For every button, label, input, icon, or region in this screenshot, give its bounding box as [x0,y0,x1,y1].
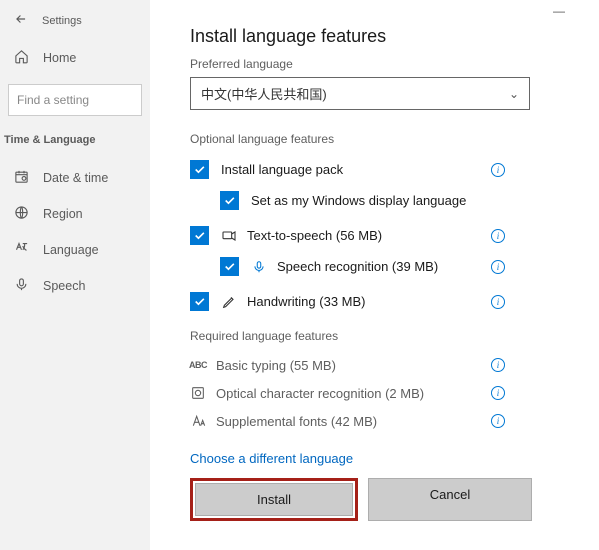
preferred-language-select[interactable]: 中文(中华人民共和国) ⌄ [190,77,530,110]
feature-label: Handwriting (33 MB) [247,294,366,309]
info-icon[interactable]: i [490,228,506,244]
feature-label: Set as my Windows display language [251,193,466,208]
sidebar-item-speech[interactable]: Speech [0,268,150,304]
cancel-button[interactable]: Cancel [368,478,532,521]
sidebar-label: Speech [43,279,85,293]
handwriting-icon [221,294,237,310]
sidebar-item-home[interactable]: Home [0,40,150,76]
feature-language-pack[interactable]: Install language pack i [190,160,506,179]
info-icon[interactable]: i [490,259,506,275]
sidebar-label: Date & time [43,171,108,185]
preferred-language-label: Preferred language [190,57,565,71]
install-language-dialog: — Install language features Preferred la… [150,0,599,550]
feature-label: Text-to-speech (56 MB) [247,228,382,243]
font-icon [190,413,206,429]
home-icon [14,49,29,67]
required-basic-typing: ABC Basic typing (55 MB) i [190,357,506,373]
checkbox-checked-icon[interactable] [190,292,209,311]
required-features-title: Required language features [190,329,565,343]
sidebar-item-language[interactable]: Language [0,232,150,268]
feature-display-language[interactable]: Set as my Windows display language [190,191,506,210]
sidebar-label: Language [43,243,99,257]
sidebar-label: Home [43,51,76,65]
checkbox-checked-icon[interactable] [190,226,209,245]
dialog-title: Install language features [190,26,565,47]
install-button-highlight: Install [190,478,358,521]
abc-icon: ABC [190,357,206,373]
checkbox-checked-icon[interactable] [220,191,239,210]
feature-handwriting[interactable]: Handwriting (33 MB) i [190,292,506,311]
feature-label: Optical character recognition (2 MB) [216,386,424,401]
sidebar-item-region[interactable]: Region [0,196,150,232]
globe-icon [14,205,29,223]
checkbox-checked-icon[interactable] [220,257,239,276]
info-icon[interactable]: i [490,294,506,310]
info-icon[interactable]: i [490,413,506,429]
back-icon[interactable] [14,12,28,29]
feature-tts[interactable]: Text-to-speech (56 MB) i [190,226,506,245]
sidebar-category: Time & Language [0,134,150,160]
required-ocr: Optical character recognition (2 MB) i [190,385,506,401]
info-icon[interactable]: i [490,385,506,401]
microphone-icon [14,277,29,295]
checkbox-checked-icon[interactable] [190,160,209,179]
tts-icon [221,228,237,244]
language-icon [14,241,29,259]
optional-features-title: Optional language features [190,132,565,146]
select-value: 中文(中华人民共和国) [201,84,327,103]
feature-label: Basic typing (55 MB) [216,358,336,373]
minimize-icon[interactable]: — [553,4,565,18]
microphone-icon [251,259,267,275]
feature-label: Install language pack [221,162,343,177]
required-fonts: Supplemental fonts (42 MB) i [190,413,506,429]
sidebar: Home Find a setting Time & Language Date… [0,40,150,304]
calendar-icon [14,169,29,187]
install-button[interactable]: Install [195,483,353,516]
info-icon[interactable]: i [490,162,506,178]
sidebar-item-datetime[interactable]: Date & time [0,160,150,196]
chevron-down-icon: ⌄ [509,87,519,101]
window-title: Settings [42,15,82,27]
sidebar-label: Region [43,207,83,221]
feature-label: Supplemental fonts (42 MB) [216,414,377,429]
choose-different-language-link[interactable]: Choose a different language [190,451,353,466]
ocr-icon [190,385,206,401]
feature-label: Speech recognition (39 MB) [277,259,438,274]
info-icon[interactable]: i [490,357,506,373]
search-input[interactable]: Find a setting [8,84,142,116]
feature-speech-recognition[interactable]: Speech recognition (39 MB) i [190,257,506,276]
